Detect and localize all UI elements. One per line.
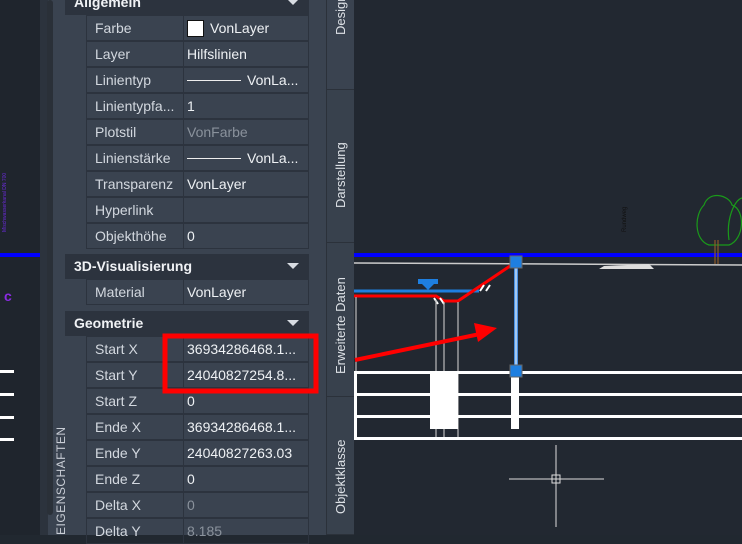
drawing-left-strip: c Mischwasserkanal DN 700 [0,0,40,535]
line-sample-icon [187,157,241,159]
property-value-text: Hilfslinien [187,46,247,62]
pipe-label: Mischwasserkanal DN 700 [2,172,8,232]
property-label: Farbe [87,16,184,40]
crosshair-cursor [509,445,604,527]
section-title: Geometrie [74,315,144,331]
grip-top [509,255,523,269]
property-value-text: 24040827263.03 [187,445,293,461]
property-value-text: 36934286468.1... [187,419,296,435]
property-row[interactable]: Delta Y 8.185 [86,518,309,544]
property-row[interactable]: Material VonLayer [86,279,309,305]
property-value[interactable]: VonLayer [184,12,308,40]
property-value-text: 36934286468.1... [187,341,296,357]
color-swatch [187,19,204,37]
property-value-text: 24040827254.8... [187,367,296,383]
properties-panel-title: EIGENSCHAFTEN [54,426,68,535]
property-label: Objekthöhe [87,224,184,248]
property-label: Ende X [87,415,184,439]
property-label: Transparenz [87,172,184,196]
side-tabs: Design Darstellung Erweiterte Daten Obje… [326,0,354,535]
property-value[interactable]: 36934286468.1... [184,333,308,361]
property-value[interactable]: VonLa... [184,142,308,170]
property-label: Start Y [87,363,184,387]
property-value[interactable]: 0 [184,463,308,491]
property-value-text: VonLayer [210,20,270,36]
drawing-canvas[interactable]: Rundweg [353,0,742,535]
property-value-text: VonLayer [187,176,247,192]
property-value[interactable] [184,194,308,222]
property-value[interactable]: 0 [184,385,308,413]
property-value[interactable]: VonFarbe [184,116,308,144]
property-value-text: 0 [187,228,195,244]
cad-drawing: Rundweg [353,195,742,527]
collapse-arrow-icon[interactable] [287,0,299,5]
property-label: Delta X [87,493,184,517]
section-title: 3D-Visualisierung [74,258,193,274]
property-value[interactable]: Hilfslinien [184,38,308,66]
property-value[interactable]: VonLa... [184,64,308,92]
property-value-text: VonFarbe [187,124,248,140]
property-label: Ende Z [87,467,184,491]
road-label: Rundweg [622,207,628,232]
property-label: Start Z [87,389,184,413]
blue-line [354,253,742,257]
property-value[interactable]: 24040827254.8... [184,359,308,387]
property-value-text: VonLa... [247,150,299,166]
drawing-left-fragment: c [0,253,40,441]
panel-scrollbar[interactable] [47,0,53,515]
line-sample-icon [187,79,241,81]
tab-darstellung[interactable]: Darstellung [326,90,354,243]
property-value-text: 0 [187,393,195,409]
property-label: Layer [87,42,184,66]
section-title: Allgemein [74,0,141,10]
property-label: Ende Y [87,441,184,465]
property-value-text: VonLa... [247,72,299,88]
tab-label: Erweiterte Daten [333,277,348,374]
property-label: Hyperlink [87,198,184,222]
property-value[interactable]: 0 [184,489,308,517]
property-value[interactable]: 1 [184,90,308,118]
property-value[interactable]: 24040827263.03 [184,437,308,465]
tab-objektklasse[interactable]: Objektklasse [326,397,354,535]
property-value[interactable]: 8.185 [184,515,308,543]
property-value-text: 8.185 [187,523,223,539]
water-level-icon [422,284,434,290]
property-value[interactable]: 36934286468.1... [184,411,308,439]
property-value[interactable]: VonLayer [184,168,308,196]
property-label: Delta Y [87,519,184,543]
collapse-arrow-icon[interactable] [287,320,299,326]
property-label: Start X [87,337,184,361]
grip-bottom [509,364,523,378]
property-label: Linientyp [87,68,184,92]
tab-label: Objektklasse [333,439,348,514]
property-value-text: 1 [187,98,195,114]
tab-erweiterte-daten[interactable]: Erweiterte Daten [326,243,354,397]
property-value-text: VonLayer [187,284,247,300]
tab-design[interactable]: Design [326,0,354,90]
property-label: Linientypfa... [87,94,184,118]
ground-line [353,262,742,266]
property-row[interactable]: Objekthöhe 0 [86,223,309,249]
property-value[interactable]: 0 [184,220,308,248]
collapse-arrow-icon[interactable] [287,263,299,269]
tab-label: Design [333,0,348,35]
property-label: Plotstil [87,120,184,144]
tab-label: Darstellung [333,142,348,208]
property-value-text: 0 [187,497,195,513]
property-value[interactable]: VonLayer [184,276,308,304]
property-label: Linienstärke [87,146,184,170]
property-label: Material [87,280,184,304]
svg-text:c: c [4,288,12,304]
property-value-text: 0 [187,471,195,487]
